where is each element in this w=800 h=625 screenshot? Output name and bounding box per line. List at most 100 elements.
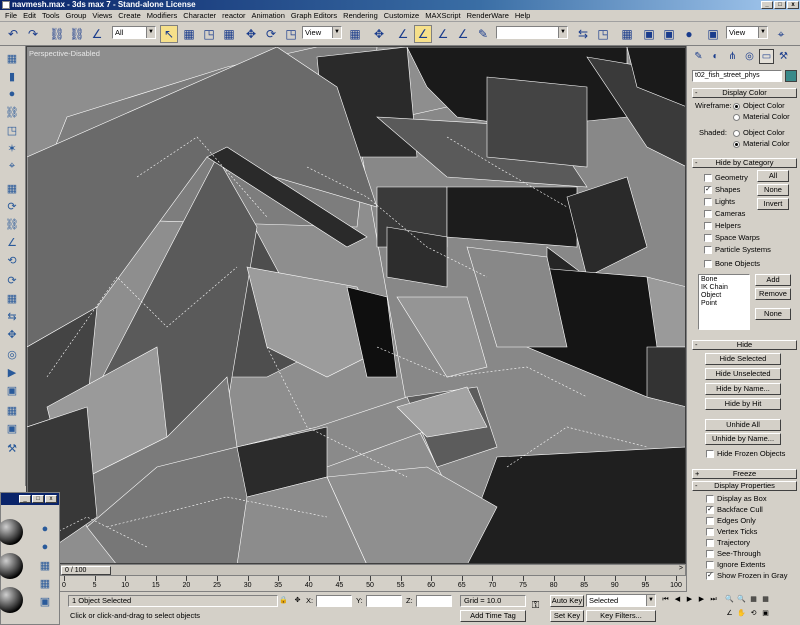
material-sample-sphere[interactable] [0, 587, 23, 613]
reference-coordinate-dropdown[interactable]: View ▼ [302, 26, 342, 39]
rect-selection-icon[interactable]: ◳ [200, 25, 218, 43]
backlight-icon[interactable]: ● [37, 539, 53, 555]
menu-tools[interactable]: Tools [39, 10, 63, 22]
schematic-view-icon[interactable]: ▣ [660, 25, 678, 43]
create-tab-icon[interactable]: ✎ [691, 49, 706, 64]
menu-edit[interactable]: Edit [20, 10, 39, 22]
maximize-button[interactable]: □ [774, 1, 786, 9]
wireframe-material-color-radio[interactable] [733, 114, 740, 121]
motion-tab-icon[interactable]: ◎ [742, 49, 757, 64]
shaded-object-color-radio[interactable] [733, 130, 740, 137]
rollout-hide[interactable]: - Hide [692, 340, 797, 350]
utility-icon[interactable]: ⚒ [4, 440, 20, 456]
render-scene-icon[interactable]: ▣ [704, 25, 722, 43]
rollout-freeze[interactable]: + Freeze [692, 469, 797, 479]
mirror-icon[interactable]: ⇆ [574, 25, 592, 43]
go-to-end-icon[interactable]: ⏭ [708, 594, 719, 605]
maximize-button[interactable]: □ [32, 495, 44, 503]
select-manipulate-icon[interactable]: ✥ [370, 25, 388, 43]
display-as-box-checkbox[interactable] [706, 495, 714, 503]
unlink-icon[interactable]: ⛓ [68, 25, 86, 43]
go-to-start-icon[interactable]: ⏮ [660, 594, 671, 605]
menu-rendering[interactable]: Rendering [340, 10, 381, 22]
shaded-material-color-radio[interactable] [733, 141, 740, 148]
bone-objects-checkbox[interactable] [704, 260, 712, 268]
cylinder-icon[interactable]: ▮ [4, 68, 20, 84]
category-list-none-button[interactable]: None [755, 308, 791, 320]
x-coordinate-field[interactable] [316, 595, 352, 607]
perspective-viewport[interactable]: Perspective-Disabled [26, 46, 686, 564]
add-time-tag-button[interactable]: Add Time Tag [460, 610, 526, 622]
minimize-button[interactable]: _ [761, 1, 773, 9]
zoom-icon[interactable]: 🔍 [724, 594, 735, 605]
video-color-check-icon[interactable]: ▣ [37, 593, 53, 609]
display-tab-icon[interactable]: ▭ [759, 49, 774, 64]
menu-maxscript[interactable]: MAXScript [422, 10, 463, 22]
rollout-hide-by-category[interactable]: - Hide by Category [692, 158, 797, 168]
rollout-display-properties[interactable]: - Display Properties [692, 481, 797, 491]
cameras-checkbox[interactable] [704, 210, 712, 218]
menu-graph-editors[interactable]: Graph Editors [288, 10, 340, 22]
key-icon[interactable]: ⚿ [530, 600, 541, 611]
category-filter-list[interactable]: Bone IK Chain Object Point [698, 274, 750, 330]
background-icon[interactable]: ▦ [37, 557, 53, 573]
edges-only-checkbox[interactable] [706, 517, 714, 525]
select-object-icon[interactable]: ↖ [160, 25, 178, 43]
list-item[interactable]: Point [701, 300, 747, 308]
menu-modifiers[interactable]: Modifiers [144, 10, 180, 22]
helpers-checkbox[interactable] [704, 222, 712, 230]
motor-icon[interactable]: ⟳ [4, 272, 20, 288]
hide-by-name-button[interactable]: Hide by Name... [705, 383, 781, 395]
cloth-icon[interactable]: ◳ [4, 122, 20, 138]
scale-icon[interactable]: ◳ [282, 25, 300, 43]
undo-icon[interactable]: ↶ [4, 25, 22, 43]
shapes-checkbox[interactable]: ✓ [704, 186, 712, 194]
unhide-by-name-button[interactable]: Unhide by Name... [705, 433, 781, 445]
list-item[interactable]: Bone [701, 276, 747, 284]
key-filters-button[interactable]: Key Filters... [586, 610, 656, 622]
wireframe-object-color-radio[interactable] [733, 103, 740, 110]
cube-icon[interactable]: ▦ [4, 50, 20, 66]
hierarchy-tab-icon[interactable]: ⋔ [725, 49, 740, 64]
light-icon[interactable]: ✶ [4, 140, 20, 156]
lights-checkbox[interactable] [704, 198, 712, 206]
hide-by-hit-button[interactable]: Hide by Hit [705, 398, 781, 410]
maximize-viewport-icon[interactable]: ▣ [760, 608, 771, 619]
pivot-center-icon[interactable]: ▦ [346, 25, 364, 43]
previous-frame-icon[interactable]: ◀ [672, 594, 683, 605]
category-add-button[interactable]: Add [755, 274, 791, 286]
viewport-label[interactable]: Perspective-Disabled [29, 49, 100, 58]
category-all-button[interactable]: All [757, 170, 789, 182]
arc-rotate-icon[interactable]: ⟲ [748, 608, 759, 619]
zoom-extents-all-icon[interactable]: ▦ [760, 594, 771, 605]
layer-manager-icon[interactable]: ▦ [618, 25, 636, 43]
menu-views[interactable]: Views [89, 10, 115, 22]
spinner-snap-icon[interactable]: ∠ [454, 25, 472, 43]
set-key-button[interactable]: Set Key [550, 610, 584, 622]
snap-toggle-icon[interactable]: ∠ [394, 25, 412, 43]
preview-icon[interactable]: ▶ [4, 364, 20, 380]
show-frozen-in-gray-checkbox[interactable]: ✓ [706, 572, 714, 580]
see-through-checkbox[interactable] [706, 550, 714, 558]
lock-selection-icon[interactable]: 🔒 [278, 595, 289, 606]
key-mode-dropdown[interactable]: Selected ▼ [586, 594, 656, 607]
menu-create[interactable]: Create [115, 10, 144, 22]
hinge-icon[interactable]: ⛓ [4, 216, 20, 232]
category-remove-button[interactable]: Remove [755, 288, 791, 300]
move-icon[interactable]: ✥ [242, 25, 260, 43]
zoom-extents-icon[interactable]: ▦ [748, 594, 759, 605]
backface-cull-checkbox[interactable]: ✓ [706, 506, 714, 514]
close-button[interactable]: x [45, 495, 57, 503]
toy-car-icon[interactable]: ▦ [4, 290, 20, 306]
time-slider-thumb[interactable]: 0 / 100 [61, 566, 111, 575]
align-icon[interactable]: ◳ [594, 25, 612, 43]
material-sample-sphere[interactable] [0, 553, 23, 579]
trajectory-checkbox[interactable] [706, 539, 714, 547]
field-of-view-icon[interactable]: ∠ [724, 608, 735, 619]
space-warps-checkbox[interactable] [704, 234, 712, 242]
next-frame-icon[interactable]: ▶ [696, 594, 707, 605]
auto-key-button[interactable]: Auto Key [550, 595, 584, 607]
play-icon[interactable]: ▶ [684, 594, 695, 605]
category-none-button[interactable]: None [757, 184, 789, 196]
analyze-icon[interactable]: ◎ [4, 346, 20, 362]
